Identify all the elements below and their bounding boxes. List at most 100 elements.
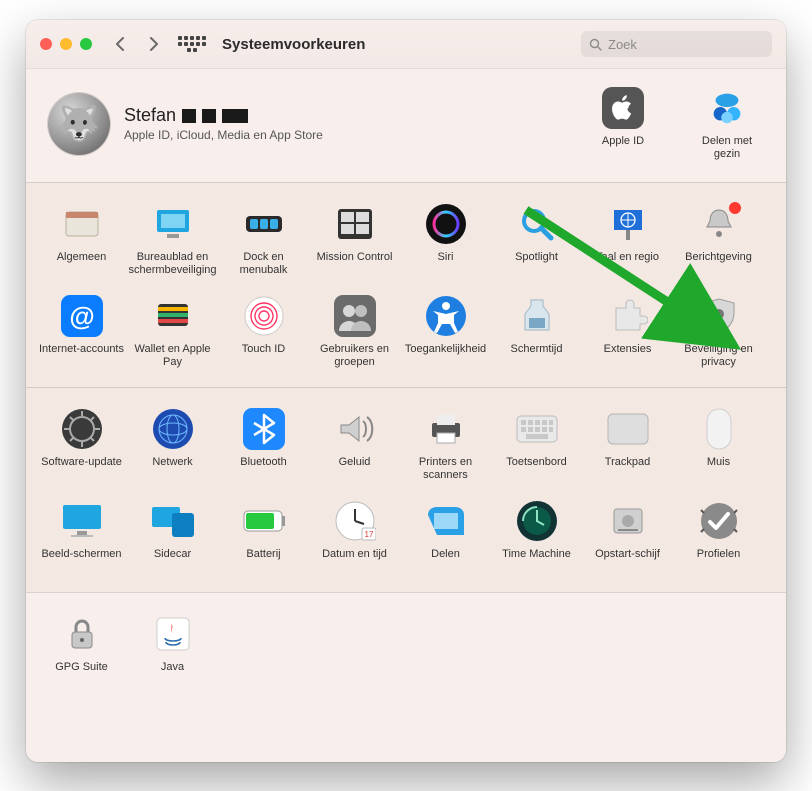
pref-dock[interactable]: Dock en menubalk xyxy=(218,197,309,289)
pref-spotlight-label: Spotlight xyxy=(515,251,558,277)
pref-internet[interactable]: @ Internet-accounts xyxy=(36,289,127,381)
pref-printers[interactable]: Printers en scanners xyxy=(400,402,491,494)
pref-battery-label: Batterij xyxy=(246,548,280,574)
pref-mission-label: Mission Control xyxy=(317,251,393,277)
pref-section-1: Software-update Netwerk Bluetooth Geluid Pri… xyxy=(26,387,786,592)
forward-button[interactable] xyxy=(142,32,166,56)
sidecar-icon xyxy=(152,500,194,542)
pref-row: Beeld-schermen Sidecar Batterij 17 Datum en … xyxy=(36,494,776,586)
search-field[interactable]: Zoek xyxy=(581,31,772,57)
datetime-icon: 17 xyxy=(334,500,376,542)
pref-extensions[interactable]: Extensies xyxy=(582,289,673,381)
java-icon xyxy=(152,613,194,655)
mission-icon xyxy=(334,203,376,245)
pref-printers-label: Printers en scanners xyxy=(400,456,491,482)
pref-general-label: Algemeen xyxy=(57,251,107,277)
family-label: Delen met gezin xyxy=(690,135,764,160)
trackpad-icon xyxy=(607,408,649,450)
pref-touchid[interactable]: Touch ID xyxy=(218,289,309,381)
pref-swupdate[interactable]: Software-update xyxy=(36,402,127,494)
pref-security[interactable]: Beveiliging en privacy xyxy=(673,289,764,381)
user-avatar[interactable]: 🐺 xyxy=(48,93,110,155)
pref-keyboard[interactable]: Toetsenbord xyxy=(491,402,582,494)
pref-startup-label: Opstart-schijf xyxy=(595,548,660,574)
mouse-icon xyxy=(698,408,740,450)
pref-screentime[interactable]: Schermtijd xyxy=(491,289,582,381)
pref-network[interactable]: Netwerk xyxy=(127,402,218,494)
displays-icon xyxy=(61,500,103,542)
pref-sidecar-label: Sidecar xyxy=(154,548,191,574)
family-sharing-pane[interactable]: Delen met gezin xyxy=(690,87,764,160)
pref-sidecar[interactable]: Sidecar xyxy=(127,494,218,586)
pref-timemachine[interactable]: Time Machine xyxy=(491,494,582,586)
pref-wallet[interactable]: Wallet en Apple Pay xyxy=(127,289,218,381)
pref-notifications[interactable]: Berichtgeving xyxy=(673,197,764,289)
pref-siri-label: Siri xyxy=(438,251,454,277)
pref-java[interactable]: Java xyxy=(127,607,218,699)
pref-sound-label: Geluid xyxy=(339,456,371,482)
pref-trackpad[interactable]: Trackpad xyxy=(582,402,673,494)
pref-touchid-label: Touch ID xyxy=(242,343,285,369)
general-icon xyxy=(61,203,103,245)
user-name-row: Stefan xyxy=(124,105,323,126)
pref-mission[interactable]: Mission Control xyxy=(309,197,400,289)
svg-text:17: 17 xyxy=(364,530,373,539)
pref-spotlight[interactable]: Spotlight xyxy=(491,197,582,289)
header-actions: Apple ID Delen met gezin xyxy=(586,87,764,160)
apple-id-pane[interactable]: Apple ID xyxy=(586,87,660,160)
apple-logo-icon xyxy=(602,87,644,129)
pref-language-label: Taal en regio xyxy=(596,251,659,277)
pref-gpg-label: GPG Suite xyxy=(55,661,108,687)
window-title: Systeemvoorkeuren xyxy=(222,36,365,53)
pref-siri[interactable]: Siri xyxy=(400,197,491,289)
pref-battery[interactable]: Batterij xyxy=(218,494,309,586)
wallet-icon xyxy=(152,295,194,337)
search-placeholder: Zoek xyxy=(608,37,637,52)
pref-section-2: GPG Suite Java xyxy=(26,592,786,705)
close-button[interactable] xyxy=(40,38,52,50)
pref-sharing[interactable]: Delen xyxy=(400,494,491,586)
apple-id-label: Apple ID xyxy=(602,135,644,148)
pref-desktop[interactable]: Bureaublad en schermbeveiliging xyxy=(127,197,218,289)
show-all-button[interactable] xyxy=(178,33,206,55)
security-icon xyxy=(698,295,740,337)
pref-sound[interactable]: Geluid xyxy=(309,402,400,494)
pref-internet-label: Internet-accounts xyxy=(39,343,124,369)
pref-mouse[interactable]: Muis xyxy=(673,402,764,494)
redacted-block xyxy=(202,109,216,123)
redacted-block xyxy=(182,109,196,123)
sound-icon xyxy=(334,408,376,450)
pref-startup[interactable]: Opstart-schijf xyxy=(582,494,673,586)
pref-accessibility-label: Toegankelijkheid xyxy=(405,343,486,369)
pref-section-0: Algemeen Bureaublad en schermbeveiligingD… xyxy=(26,182,786,387)
back-button[interactable] xyxy=(108,32,132,56)
zoom-button[interactable] xyxy=(80,38,92,50)
user-info[interactable]: Stefan Apple ID, iCloud, Media en App St… xyxy=(124,105,323,142)
pref-language[interactable]: Taal en regio xyxy=(582,197,673,289)
internet-icon: @ xyxy=(61,295,103,337)
family-icon xyxy=(706,87,748,129)
pref-datetime-label: Datum en tijd xyxy=(322,548,387,574)
search-icon xyxy=(589,38,602,51)
accessibility-icon xyxy=(425,295,467,337)
pref-users[interactable]: Gebruikers en groepen xyxy=(309,289,400,381)
preference-grid: AlgemeenBureaublad en schermbeveiligingD… xyxy=(26,182,786,705)
minimize-button[interactable] xyxy=(60,38,72,50)
pref-desktop-label: Bureaublad en schermbeveiliging xyxy=(127,251,218,277)
pref-sharing-label: Delen xyxy=(431,548,460,574)
timemachine-icon xyxy=(516,500,558,542)
pref-accessibility[interactable]: Toegankelijkheid xyxy=(400,289,491,381)
pref-bluetooth-label: Bluetooth xyxy=(240,456,286,482)
user-subtitle: Apple ID, iCloud, Media en App Store xyxy=(124,128,323,142)
pref-bluetooth[interactable]: Bluetooth xyxy=(218,402,309,494)
pref-profiles-label: Profielen xyxy=(697,548,740,574)
pref-datetime[interactable]: 17 Datum en tijd xyxy=(309,494,400,586)
swupdate-icon xyxy=(61,408,103,450)
pref-trackpad-label: Trackpad xyxy=(605,456,650,482)
pref-general[interactable]: Algemeen xyxy=(36,197,127,289)
pref-profiles[interactable]: Profielen xyxy=(673,494,764,586)
bluetooth-icon xyxy=(243,408,285,450)
pref-gpg[interactable]: GPG Suite xyxy=(36,607,127,699)
pref-displays[interactable]: Beeld-schermen xyxy=(36,494,127,586)
pref-network-label: Netwerk xyxy=(152,456,192,482)
